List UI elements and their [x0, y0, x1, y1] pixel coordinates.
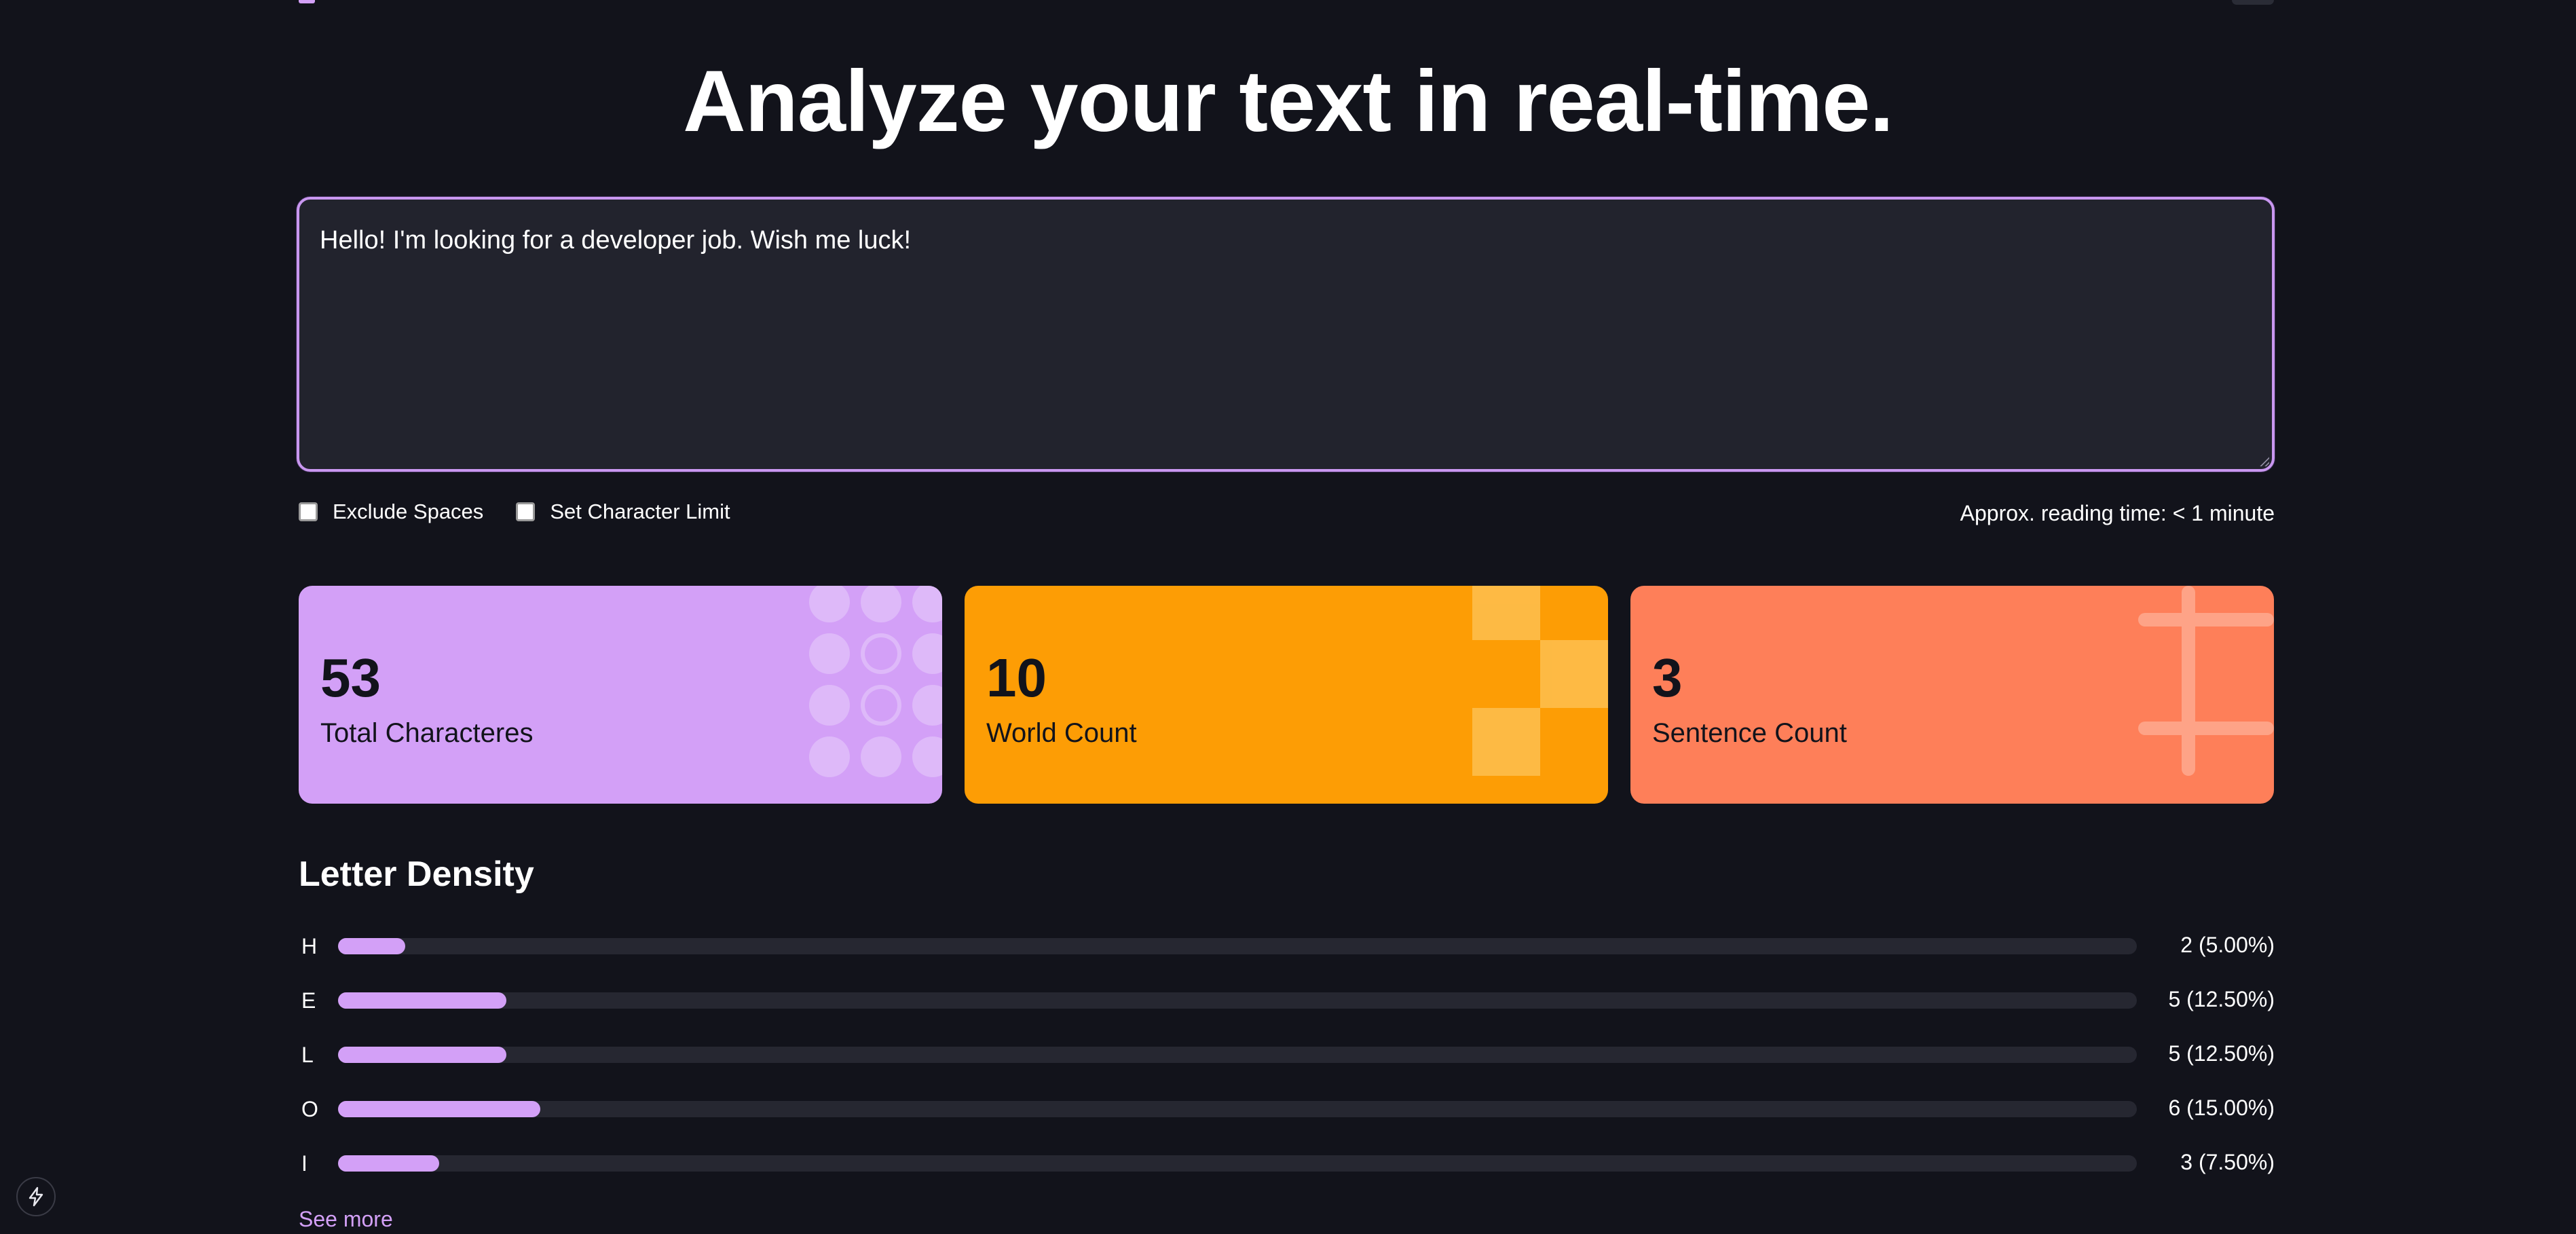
density-row: E 5 (12.50%) [299, 981, 2275, 1015]
density-row: O 6 (15.00%) [299, 1090, 2275, 1124]
theme-toggle-button[interactable] [2232, 0, 2274, 5]
exclude-spaces-label[interactable]: Exclude Spaces [333, 500, 483, 524]
text-input[interactable]: Hello! I'm looking for a developer job. … [299, 200, 2272, 469]
density-count: 5 (12.50%) [2168, 987, 2275, 1011]
options-bar: Exclude Spaces Set Character Limit [299, 498, 763, 525]
density-bar-fill [338, 992, 506, 1009]
density-row: I 3 (7.50%) [299, 1144, 2275, 1178]
total-characters-label: Total Characteres [320, 718, 534, 748]
density-bar-track [338, 1155, 2137, 1172]
cross-pattern-icon [2138, 586, 2274, 776]
density-bar-track [338, 1047, 2137, 1063]
stats-cards: 53 Total Characteres 10 World Count 3 Se… [299, 586, 2275, 804]
density-row: L 5 (12.50%) [299, 1036, 2275, 1070]
density-letter: L [301, 1043, 314, 1067]
density-bar-fill [338, 1047, 506, 1063]
page-title: Analyze your text in real-time. [683, 53, 1894, 150]
text-input-container: Hello! I'm looking for a developer job. … [297, 197, 2275, 472]
density-count: 2 (5.00%) [2180, 933, 2275, 957]
logo-marker [299, 0, 315, 3]
density-row: H 2 (5.00%) [299, 927, 2275, 961]
page: Analyze your text in real-time. Hello! I… [0, 0, 2576, 1234]
density-bar-track [338, 992, 2137, 1009]
resize-handle[interactable] [2260, 457, 2269, 466]
density-letter: H [301, 934, 318, 958]
density-count: 6 (15.00%) [2168, 1096, 2275, 1120]
density-count: 5 (12.50%) [2168, 1041, 2275, 1066]
word-count-value: 10 [986, 648, 1047, 708]
sentence-count-value: 3 [1652, 648, 1683, 708]
word-count-label: World Count [986, 718, 1137, 748]
char-limit-label[interactable]: Set Character Limit [550, 500, 730, 524]
density-bar-track [338, 938, 2137, 954]
letter-density-title: Letter Density [299, 855, 534, 894]
density-letter: E [301, 988, 316, 1013]
lightning-icon [29, 1186, 43, 1207]
checker-pattern-icon [1472, 586, 1608, 776]
density-count: 3 (7.50%) [2180, 1150, 2275, 1174]
see-more-link[interactable]: See more [299, 1207, 393, 1232]
char-limit-checkbox[interactable] [516, 502, 536, 521]
char-limit-option[interactable]: Set Character Limit [516, 500, 730, 524]
exclude-spaces-option[interactable]: Exclude Spaces [299, 500, 483, 524]
density-bar-fill [338, 938, 405, 954]
density-letter: I [301, 1151, 307, 1176]
reading-time: Approx. reading time: < 1 minute [1960, 501, 2275, 525]
density-bar-track [338, 1101, 2137, 1117]
word-count-card: 10 World Count [965, 586, 1608, 804]
lightning-button[interactable] [16, 1177, 56, 1216]
total-characters-value: 53 [320, 648, 381, 708]
density-bar-fill [338, 1101, 540, 1117]
total-characters-card: 53 Total Characteres [299, 586, 942, 804]
exclude-spaces-checkbox[interactable] [299, 502, 318, 521]
sentence-count-label: Sentence Count [1652, 718, 1847, 748]
circle-pattern-icon [809, 586, 942, 777]
density-letter: O [301, 1097, 318, 1121]
sentence-count-card: 3 Sentence Count [1630, 586, 2274, 804]
density-bar-fill [338, 1155, 439, 1172]
